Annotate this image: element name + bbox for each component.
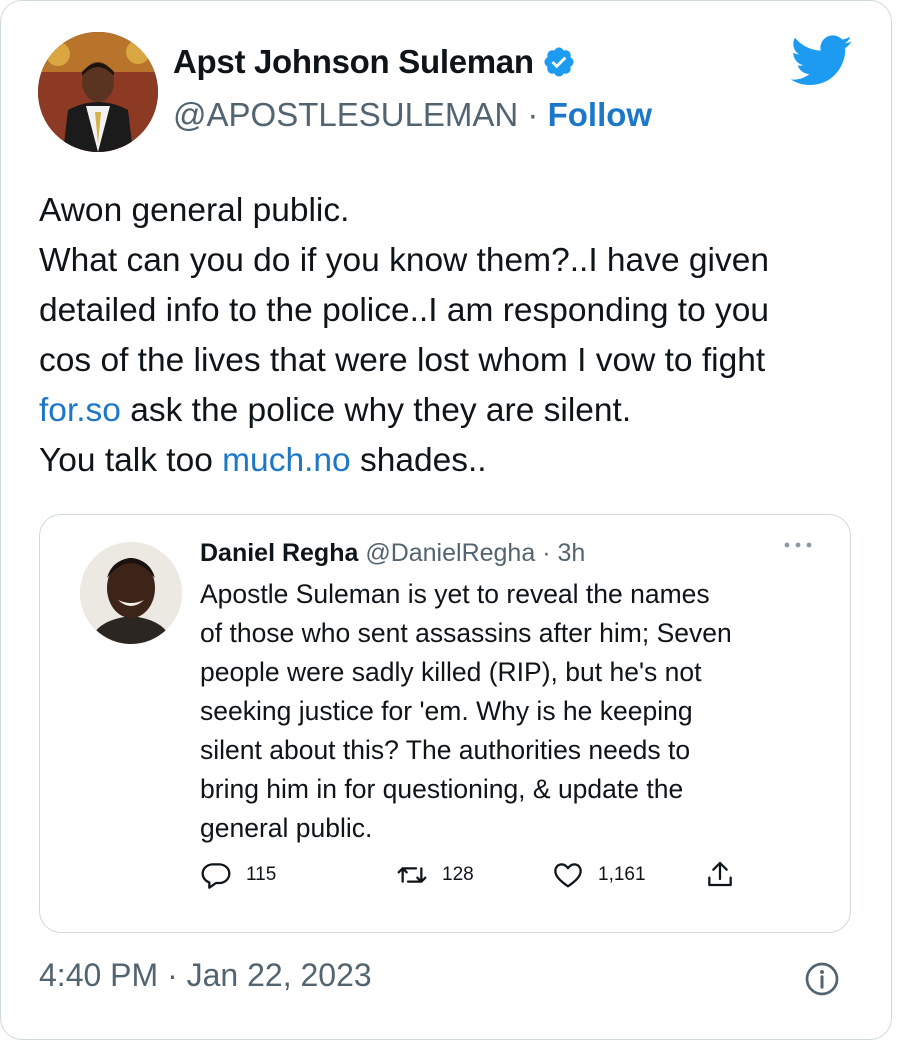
tweet-line: cos of the lives that were lost whom I v… [39,336,879,386]
reply-icon [201,863,231,889]
verified-badge-icon [544,47,574,77]
quoted-text-line: silent about this? The authorities needs… [200,735,691,765]
quoted-text: Apostle Suleman is yet to reveal the nam… [200,575,830,848]
author-handle[interactable]: @APOSTLESULEMAN [173,96,518,133]
retweet-icon [397,867,427,883]
quoted-actions: 115 128 1,161 [200,859,760,899]
info-icon[interactable] [804,961,840,997]
quoted-text-line: Apostle Suleman is yet to reveal the nam… [200,579,710,609]
quoted-text-line: general public. [200,813,373,843]
tweet-timestamp[interactable]: 4:40 PM · Jan 22, 2023 [39,957,372,994]
quoted-author-name[interactable]: Daniel Regha [200,539,358,567]
share-icon [708,861,732,887]
tweet-text-segment: shades.. [350,442,487,479]
author-name-row: Apst Johnson Suleman [173,43,576,81]
quoted-text-line: seeking justice for 'em. Why is he keepi… [200,696,693,726]
quoted-header: Daniel Regha @DanielRegha · 3h [200,539,585,568]
tweet-text-segment: ask the police why they are silent. [120,392,632,429]
tweet-line: You talk too much.no shades.. [39,436,879,486]
retweet-count: 128 [442,864,474,885]
tweet-text-segment: cos of the lives that were lost whom I v… [39,342,766,379]
handle-separator: · [518,96,548,133]
author-avatar[interactable] [38,32,158,152]
tweet-text-segment: What can you do if you know them?..I hav… [39,242,769,279]
tweet-text-segment: You talk too [39,442,223,479]
like-count: 1,161 [598,864,646,885]
tweet-text: Awon general public. What can you do if y… [39,186,879,486]
twitter-bird-icon[interactable] [791,35,853,87]
tweet-line: for.so ask the police why they are silen… [39,386,879,436]
follow-button[interactable]: Follow [548,96,652,133]
tweet-card: Apst Johnson Suleman @APOSTLESULEMAN · F… [0,0,892,1040]
quoted-author-handle[interactable]: @DanielRegha [358,539,535,567]
quoted-text-line: of those who sent assassins after him; S… [200,618,732,648]
quoted-tweet[interactable]: Daniel Regha @DanielRegha · 3h Apostle S… [39,514,851,933]
tweet-link[interactable]: for.so [39,392,121,429]
tweet-text-segment: Awon general public. [39,192,350,229]
tweet-line: Awon general public. [39,186,879,236]
tweet-line: What can you do if you know them?..I hav… [39,236,879,286]
more-options-icon[interactable] [782,539,814,551]
quoted-text-line: bring him in for questioning, & update t… [200,774,684,804]
share-action[interactable] [704,859,750,891]
quoted-author-avatar[interactable] [80,542,182,644]
quoted-time: · 3h [535,539,586,567]
like-action[interactable]: 1,161 [552,859,646,891]
heart-icon [554,863,582,888]
quoted-text-line: people were sadly killed (RIP), but he's… [200,657,702,687]
retweet-action[interactable]: 128 [396,859,474,891]
author-name[interactable]: Apst Johnson Suleman [173,43,534,81]
tweet-line: detailed info to the police..I am respon… [39,286,879,336]
tweet-text-segment: detailed info to the police..I am respon… [39,292,770,329]
reply-action[interactable]: 115 [200,859,276,891]
author-handle-row: @APOSTLESULEMAN · Follow [173,96,652,134]
reply-count: 115 [246,864,277,885]
tweet-link[interactable]: much.no [222,442,351,479]
